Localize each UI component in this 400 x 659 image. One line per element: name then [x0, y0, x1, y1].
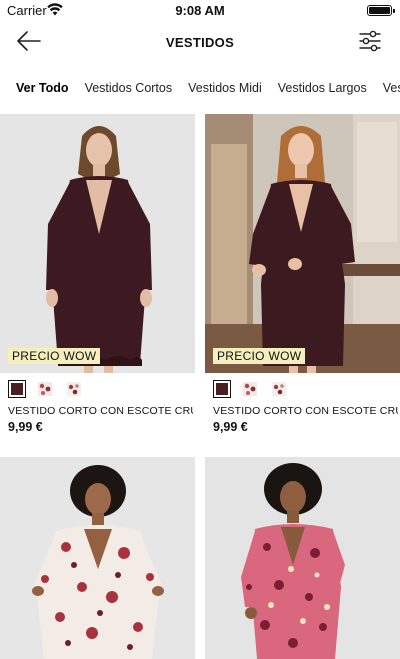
- battery-icon: [367, 5, 395, 16]
- product-name[interactable]: VESTIDO CORTO CON ESCOTE CRU...: [213, 405, 398, 417]
- product-card[interactable]: PRECIO WOW VESTIDO CORTO CON ESCOTE CRU.…: [205, 114, 400, 434]
- product-name[interactable]: VESTIDO CORTO CON ESCOTE CRU...: [8, 405, 193, 417]
- page-title: VESTIDOS: [165, 35, 235, 50]
- product-image[interactable]: PRECIO WOW: [0, 114, 195, 373]
- product-image[interactable]: PRECIO WOW: [205, 114, 400, 373]
- tab-vestido-more[interactable]: Vestido: [383, 70, 400, 95]
- swatch-wine[interactable]: [213, 380, 231, 398]
- product-card[interactable]: [0, 457, 195, 659]
- model-photo: [0, 114, 195, 373]
- product-image[interactable]: [0, 457, 195, 659]
- clock: 9:08 AM: [175, 3, 225, 18]
- tab-vestidos-midi[interactable]: Vestidos Midi: [188, 70, 262, 95]
- tab-vestidos-largos[interactable]: Vestidos Largos: [278, 70, 367, 95]
- model-photo: [205, 114, 400, 373]
- swatch-red-print[interactable]: [36, 380, 54, 398]
- category-tabs: Ver Todo Vestidos Cortos Vestidos Midi Vest…: [0, 70, 400, 108]
- price-badge: PRECIO WOW: [8, 348, 101, 364]
- product-card[interactable]: PRECIO WOW VESTIDO CORTO CON ESCOTE CRU.…: [0, 114, 195, 434]
- product-price: 9,99 €: [213, 420, 248, 434]
- status-bar: Carrier 9:08 AM: [0, 0, 400, 20]
- price-badge: PRECIO WOW: [213, 348, 306, 364]
- model-photo: [205, 457, 400, 659]
- swatch-red-print[interactable]: [241, 380, 259, 398]
- product-card[interactable]: [205, 457, 400, 659]
- back-arrow-icon[interactable]: [14, 28, 44, 54]
- nav-bar: VESTIDOS: [0, 20, 400, 64]
- swatch-floral-print[interactable]: [65, 380, 83, 398]
- swatch-floral-print[interactable]: [270, 380, 288, 398]
- model-photo: [0, 457, 195, 659]
- swatch-wine[interactable]: [8, 380, 26, 398]
- color-swatches: [213, 380, 294, 398]
- product-price: 9,99 €: [8, 420, 43, 434]
- filter-sliders-icon[interactable]: [358, 29, 382, 53]
- tab-ver-todo[interactable]: Ver Todo: [16, 70, 69, 95]
- product-image[interactable]: [205, 457, 400, 659]
- tab-vestidos-cortos[interactable]: Vestidos Cortos: [85, 70, 173, 95]
- color-swatches: [8, 380, 89, 398]
